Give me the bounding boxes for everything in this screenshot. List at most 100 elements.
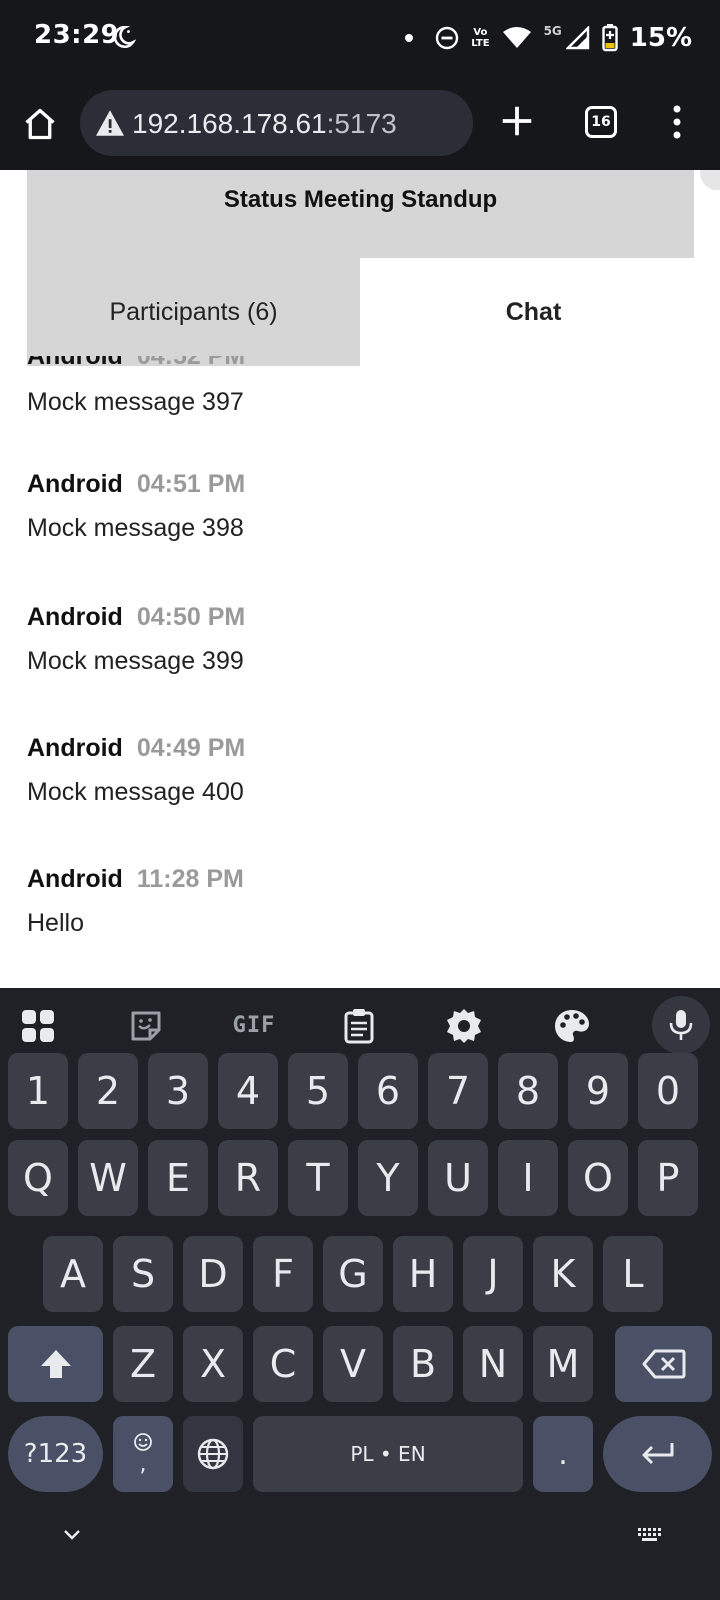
volte-bottom-label: LTE	[471, 38, 490, 49]
key-u[interactable]: U	[428, 1140, 488, 1216]
meeting-tabs: Participants (6) Chat	[27, 258, 707, 366]
key-l[interactable]: L	[603, 1236, 663, 1312]
key-g[interactable]: G	[323, 1236, 383, 1312]
message-text: Hello	[27, 909, 84, 937]
language-switch-key[interactable]	[183, 1416, 243, 1492]
message-text: Mock message 397	[27, 388, 244, 416]
message-text: Mock message 399	[27, 647, 244, 675]
chat-message: Android 04:49 PM Mock message 400	[27, 734, 694, 865]
key-6[interactable]: 6	[358, 1053, 418, 1129]
backspace-key[interactable]	[615, 1326, 712, 1402]
key-p[interactable]: P	[638, 1140, 698, 1216]
globe-icon	[197, 1438, 229, 1470]
not-secure-warning-icon[interactable]	[94, 109, 126, 137]
key-r[interactable]: R	[218, 1140, 278, 1216]
battery-percent: 15%	[629, 23, 692, 53]
clipboard-icon[interactable]	[339, 1006, 379, 1046]
voice-input-button[interactable]	[652, 996, 710, 1054]
address-bar[interactable]: 192.168.178.61:5173	[80, 90, 473, 156]
home-icon[interactable]	[22, 106, 58, 142]
key-v[interactable]: V	[323, 1326, 383, 1402]
sticker-icon[interactable]	[126, 1006, 166, 1046]
keyboard-switcher-icon[interactable]	[636, 1526, 664, 1544]
battery-charging-icon	[602, 24, 618, 52]
key-9[interactable]: 9	[568, 1053, 628, 1129]
message-text: Mock message 400	[27, 778, 244, 806]
tab-switcher-button[interactable]: 16	[585, 106, 617, 138]
key-k[interactable]: K	[533, 1236, 593, 1312]
tab-chat[interactable]: Chat	[360, 258, 707, 366]
key-0[interactable]: 0	[638, 1053, 698, 1129]
message-author: Android	[27, 734, 123, 762]
key-2[interactable]: 2	[78, 1053, 138, 1129]
space-bar[interactable]: PL • EN	[253, 1416, 523, 1492]
dnd-circle-icon	[435, 26, 459, 50]
key-s[interactable]: S	[113, 1236, 173, 1312]
message-text: Mock message 398	[27, 514, 244, 542]
key-8[interactable]: 8	[498, 1053, 558, 1129]
apps-grid-icon[interactable]	[18, 1006, 58, 1046]
key-h[interactable]: H	[393, 1236, 453, 1312]
message-author: Android	[27, 865, 123, 893]
key-w[interactable]: W	[78, 1140, 138, 1216]
key-o[interactable]: O	[568, 1140, 628, 1216]
key-y[interactable]: Y	[358, 1140, 418, 1216]
url-host: 192.168.178.61	[132, 108, 327, 139]
enter-arrow-icon	[642, 1443, 673, 1465]
comma-label: ,	[139, 1451, 147, 1477]
hide-keyboard-chevron-down-icon[interactable]	[62, 1528, 82, 1542]
key-n[interactable]: N	[463, 1326, 523, 1402]
symbols-key[interactable]: ?123	[8, 1416, 103, 1492]
backspace-icon	[642, 1349, 685, 1379]
key-q[interactable]: Q	[8, 1140, 68, 1216]
settings-gear-icon[interactable]	[444, 1006, 484, 1046]
message-header: Android 04:50 PM	[27, 603, 245, 632]
partial-message-header: Android 04:52 PM	[27, 356, 327, 370]
scroll-indicator	[700, 170, 720, 190]
emoji-comma-key[interactable]: ,	[113, 1416, 173, 1492]
palette-icon[interactable]	[552, 1006, 592, 1046]
key-d[interactable]: D	[183, 1236, 243, 1312]
tab-participants[interactable]: Participants (6)	[27, 258, 360, 366]
volte-indicator: Vo LTE	[471, 27, 489, 49]
enter-key[interactable]	[603, 1416, 712, 1492]
key-j[interactable]: J	[463, 1236, 523, 1312]
message-time: 04:52 PM	[136, 356, 246, 370]
key-m[interactable]: M	[533, 1326, 593, 1402]
meeting-header: Status Meeting Standup	[27, 170, 694, 258]
overflow-menu-icon[interactable]	[672, 104, 682, 140]
key-3[interactable]: 3	[148, 1053, 208, 1129]
clock: 23:29	[34, 20, 120, 50]
key-f[interactable]: F	[253, 1236, 313, 1312]
web-page: Status Meeting Standup Participants (6) …	[0, 170, 720, 988]
key-b[interactable]: B	[393, 1326, 453, 1402]
do-not-disturb-moon-icon	[113, 25, 136, 49]
key-1[interactable]: 1	[8, 1053, 68, 1129]
chat-message: Android 04:51 PM Mock message 398	[27, 470, 694, 603]
status-bar: 23:29 Vo LTE 5G 15%	[0, 0, 720, 78]
key-x[interactable]: X	[183, 1326, 243, 1402]
message-header: Android 11:28 PM	[27, 865, 244, 894]
shift-key[interactable]	[8, 1326, 103, 1402]
message-time: 04:50 PM	[136, 603, 246, 631]
key-4[interactable]: 4	[218, 1053, 278, 1129]
message-time: 04:51 PM	[136, 470, 246, 498]
new-tab-plus-icon[interactable]	[498, 102, 536, 140]
key-c[interactable]: C	[253, 1326, 313, 1402]
key-t[interactable]: T	[288, 1140, 348, 1216]
url-text[interactable]: 192.168.178.61:5173	[132, 108, 397, 140]
key-i[interactable]: I	[498, 1140, 558, 1216]
key-7[interactable]: 7	[428, 1053, 488, 1129]
message-time: 11:28 PM	[136, 865, 244, 893]
key-z[interactable]: Z	[113, 1326, 173, 1402]
key-e[interactable]: E	[148, 1140, 208, 1216]
key-a[interactable]: A	[43, 1236, 103, 1312]
partial-message-meta: Android 04:52 PM	[27, 356, 245, 370]
microphone-icon	[669, 1010, 693, 1040]
network-type-label: 5G	[543, 24, 562, 38]
gif-icon[interactable]: GIF	[226, 1006, 282, 1046]
message-time: 04:49 PM	[136, 734, 246, 762]
key-5[interactable]: 5	[288, 1053, 348, 1129]
period-key[interactable]: .	[533, 1416, 593, 1492]
status-icons: Vo LTE 5G 15%	[405, 18, 692, 58]
